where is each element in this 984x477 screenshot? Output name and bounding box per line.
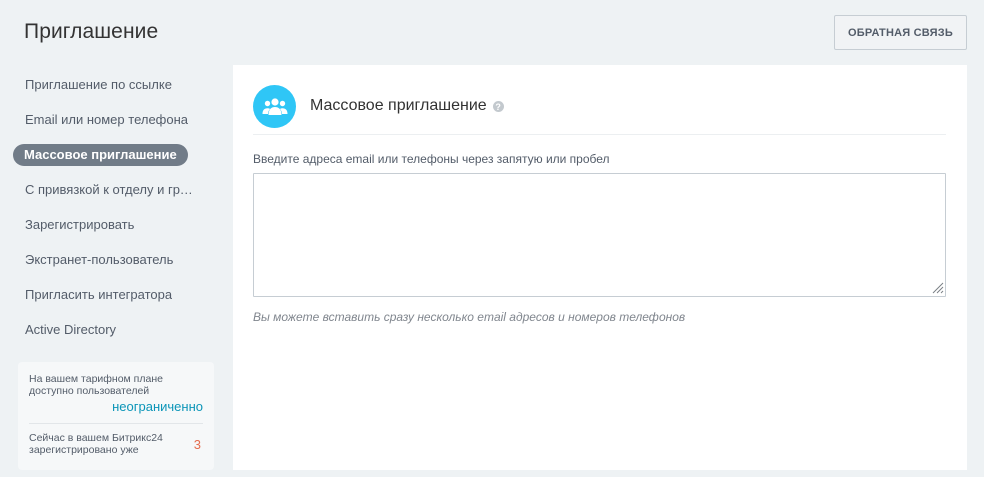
tariff-divider (29, 423, 203, 424)
page-title: Приглашение (24, 20, 159, 43)
feedback-button[interactable]: Обратная связь (834, 15, 967, 50)
users-group-icon (253, 85, 296, 128)
card-title-wrap: Массовое приглашение ? (310, 97, 504, 115)
resize-grip-icon[interactable] (930, 280, 944, 294)
sidebar-item-register[interactable]: Зарегистрировать (13, 207, 213, 242)
tariff-available-label: На вашем тарифном плане доступно пользов… (29, 373, 163, 397)
emails-textarea[interactable] (253, 173, 946, 297)
sidebar-item-label: Active Directory (25, 322, 117, 337)
sidebar-item-active-directory[interactable]: Active Directory (13, 312, 213, 347)
sidebar-item-extranet[interactable]: Экстранет-пользователь (13, 242, 213, 277)
tariff-registered-value: 3 (193, 436, 201, 452)
sidebar-item-label: С привязкой к отделу и группам (25, 182, 195, 197)
card-title: Массовое приглашение (310, 97, 487, 114)
sidebar-item-label: Приглашение по ссылке (25, 77, 172, 92)
sidebar-item-label: Пригласить интегратора (25, 287, 173, 302)
tariff-info-box: На вашем тарифном плане доступно пользов… (18, 362, 214, 470)
sidebar-item-email-phone[interactable]: Email или номер телефона (13, 102, 213, 137)
tariff-available-value: неограниченно (112, 399, 203, 414)
sidebar-item-label: Экстранет-пользователь (25, 252, 174, 267)
emails-field-hint: Вы можете вставить сразу несколько email… (253, 310, 686, 324)
sidebar-item-link-invite[interactable]: Приглашение по ссылке (13, 67, 213, 102)
sidebar-item-label: Email или номер телефона (25, 112, 189, 127)
help-icon[interactable]: ? (492, 101, 504, 112)
sidebar-item-label: Зарегистрировать (25, 217, 135, 232)
card-header: Массовое приглашение ? (253, 85, 946, 135)
sidebar-item-department[interactable]: С привязкой к отделу и группам (13, 172, 213, 207)
sidebar-menu: Приглашение по ссылке Email или номер те… (13, 67, 213, 347)
tariff-registered-label: Сейчас в вашем Битрикс24 зарегистрирован… (29, 432, 163, 456)
mass-invite-card: Массовое приглашение ? Введите адреса em… (233, 65, 967, 470)
sidebar-item-mass-invite[interactable]: Массовое приглашение (13, 137, 213, 172)
sidebar-item-label: Массовое приглашение (13, 143, 188, 166)
sidebar-item-integrator[interactable]: Пригласить интегратора (13, 277, 213, 312)
emails-field-label: Введите адреса email или телефоны через … (253, 152, 610, 166)
